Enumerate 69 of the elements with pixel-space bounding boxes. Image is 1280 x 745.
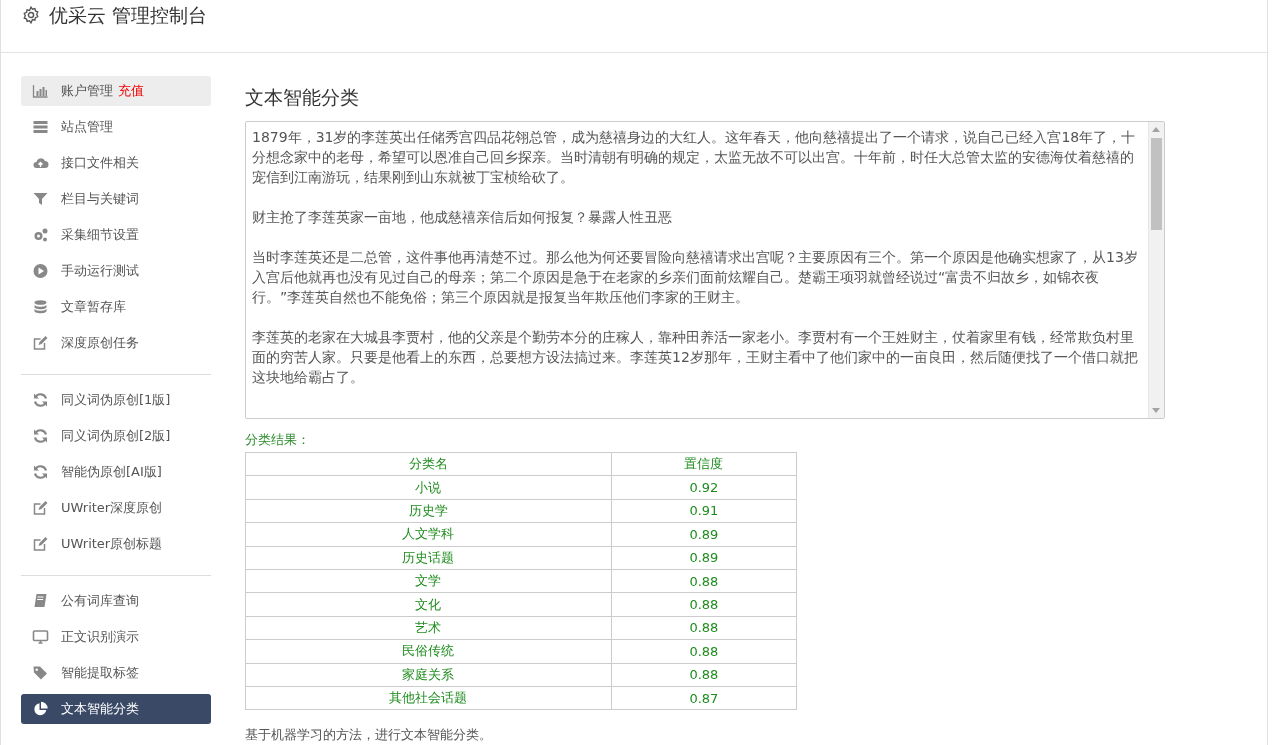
article-paragraph: 李莲英的老家在大城县李贾村，他的父亲是个勤劳本分的庄稼人，靠种田养活一家老小。李贾村有一个王姓财主，仗着家里有钱，经常欺负村里面的穷苦人家。只要是他看上的东西，总要想方设法搞过来。李莲英12岁那年，王财主看中了他们家中的一亩良田，然后随便找了一个借口就把这块地给霸占了。 [252,328,1139,387]
table-cell: 历史学 [245,499,612,523]
play-icon [32,263,49,279]
sidebar-item[interactable]: 站点管理 [21,112,211,142]
sidebar-item[interactable]: 正文识别演示 [21,622,211,652]
database-icon [32,299,49,315]
book-icon [32,593,49,609]
sidebar-item[interactable]: 采集细节设置 [21,220,211,250]
table-cell: 0.88 [611,663,797,687]
app-title: 优采云 管理控制台 [49,3,208,27]
refresh-icon [32,392,49,408]
menu-label: 账户管理 [61,82,113,100]
result-label: 分类结果： [245,431,311,449]
settings-icon [22,6,40,24]
scrollbar[interactable] [1148,122,1164,418]
sidebar-item[interactable]: 文章暂存库 [21,292,211,322]
sidebar-item[interactable]: 账户管理 充值 [21,76,211,106]
gears-icon [32,227,49,243]
table-cell: 0.88 [611,639,797,663]
table-cell: 小说 [245,475,612,500]
table-cell: 0.88 [611,616,797,640]
table-cell: 历史话题 [245,546,612,570]
article-paragraph: 1879年，31岁的李莲英出任储秀宫四品花翎总管，成为慈禧身边的大红人。这年春天，他向慈禧提出了一个请求，说自己已经入宫18年了，十分想念家中的老母，希望可以恩准自己回乡探亲。当时清朝有明确的规定，太监无故不可以出宫。十年前，时任大总管太监的安德海仗着慈禧的宠信到江南游玩，结果刚到山东就被丁宝桢给砍了。 [252,128,1137,187]
edit-icon [32,335,49,351]
sidebar-item[interactable]: 文本智能分类 [21,694,211,724]
recharge-link[interactable]: 充值 [118,82,144,100]
text-area[interactable] [245,121,1165,419]
bar-chart-icon [32,83,49,99]
tag-icon [32,665,49,681]
sidebar-item[interactable]: UWriter原创标题 [21,529,211,559]
table-cell: 文化 [245,592,612,617]
table-cell: 文学 [245,569,612,593]
column-header: 分类名 [245,452,612,476]
table-cell: 家庭关系 [245,663,612,687]
table-cell: 0.92 [611,475,797,500]
table-cell: 人文学科 [245,522,612,547]
table-cell: 0.89 [611,546,797,570]
refresh-icon [32,464,49,480]
cloud-upload-icon [32,155,49,171]
pie-chart-icon [32,701,49,717]
article-paragraph: 财主抢了李莲英家一亩地，他成慈禧亲信后如何报复？暴露人性丑恶 [252,208,673,227]
monitor-icon [32,629,49,645]
edit-icon [32,500,49,516]
table-cell: 艺术 [245,616,612,640]
edit-icon [32,536,49,552]
filter-icon [32,191,49,207]
article-paragraph: 当时李莲英还是二总管，这件事他再清楚不过。那么他为何还要冒险向慈禧请求出宫呢？主要原因有三个。第一个原因是他确实想家了，从13岁入宫后他就再也没有见过自己的母亲；第二个原因是急于在老家的乡亲们面前炫耀自己。楚霸王项羽就曾经说过“富贵不归故乡，如锦衣夜行。”李莲英自然也不能免俗；第三个原因就是报复当年欺压他们李家的王财主。 [252,248,1139,307]
table-cell: 0.91 [611,499,797,523]
column-header: 置信度 [611,452,797,476]
sidebar-item[interactable]: 同义词伪原创[1版] [21,385,211,415]
sidebar-item[interactable]: 公有词库查询 [21,586,211,616]
refresh-icon [32,428,49,444]
server-icon [32,119,49,135]
table-cell: 其他社会话题 [245,686,612,710]
sidebar-item[interactable]: 智能伪原创[AI版] [21,457,211,487]
sidebar-item[interactable]: 栏目与关键词 [21,184,211,214]
table-cell: 0.89 [611,522,797,547]
table-cell: 0.87 [611,686,797,710]
table-cell: 民俗传统 [245,639,612,663]
table-cell: 0.88 [611,569,797,593]
sidebar-item[interactable]: 智能提取标签 [21,658,211,688]
sidebar-item[interactable]: 手动运行测试 [21,256,211,286]
sidebar-item[interactable]: 接口文件相关 [21,148,211,178]
sidebar-item[interactable]: UWriter深度原创 [21,493,211,523]
description-text: 基于机器学习的方法，进行文本智能分类。 [245,726,493,745]
sidebar-item[interactable]: 深度原创任务 [21,328,211,358]
page-title: 文本智能分类 [245,85,360,109]
sidebar-item[interactable]: 同义词伪原创[2版] [21,421,211,451]
table-cell: 0.88 [611,592,797,617]
